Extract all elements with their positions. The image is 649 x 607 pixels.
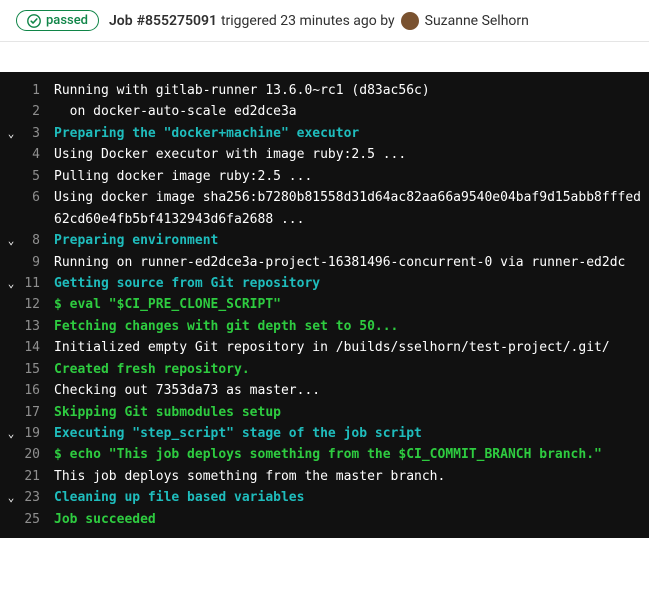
log-text: Cleaning up file based variables: [54, 487, 304, 508]
line-number: 20: [22, 444, 54, 465]
log-line: ⌄3Preparing the "docker+machine" executo…: [0, 123, 649, 144]
log-text: on docker-auto-scale ed2dce3a: [54, 101, 297, 122]
chevron-down-icon: [0, 444, 22, 446]
line-number: 11: [22, 273, 54, 294]
log-text: This job deploys something from the mast…: [54, 466, 445, 487]
chevron-down-icon[interactable]: ⌄: [0, 230, 22, 250]
job-header: passed Job #855275091 triggered 23 minut…: [0, 0, 649, 42]
line-number: 17: [22, 402, 54, 423]
chevron-down-icon: [0, 380, 22, 382]
chevron-down-icon: [0, 359, 22, 361]
status-badge: passed: [16, 10, 99, 31]
log-line: 13Fetching changes with git depth set to…: [0, 316, 649, 337]
chevron-down-icon: [0, 80, 22, 82]
log-line: ⌄19Executing "step_script" stage of the …: [0, 423, 649, 444]
log-line: 1Running with gitlab-runner 13.6.0~rc1 (…: [0, 80, 649, 101]
chevron-down-icon[interactable]: ⌄: [0, 487, 22, 507]
log-line: 4Using Docker executor with image ruby:2…: [0, 144, 649, 165]
log-line: 25Job succeeded: [0, 509, 649, 530]
log-line: ⌄23Cleaning up file based variables: [0, 487, 649, 508]
line-number: 21: [22, 466, 54, 487]
line-number: 25: [22, 509, 54, 530]
chevron-down-icon: [0, 402, 22, 404]
chevron-down-icon: [0, 252, 22, 254]
log-line: ⌄11Getting source from Git repository: [0, 273, 649, 294]
chevron-down-icon: [0, 101, 22, 103]
chevron-down-icon: [0, 316, 22, 318]
log-line: 6Using docker image sha256:b7280b81558d3…: [0, 187, 649, 230]
chevron-down-icon: [0, 466, 22, 468]
log-text: $ echo "This job deploys something from …: [54, 444, 602, 465]
chevron-down-icon[interactable]: ⌄: [0, 423, 22, 443]
author-name[interactable]: Suzanne Selhorn: [425, 13, 529, 29]
status-text: passed: [46, 13, 88, 28]
chevron-down-icon: [0, 187, 22, 189]
line-number: 4: [22, 144, 54, 165]
log-line: 21This job deploys something from the ma…: [0, 466, 649, 487]
line-number: 2: [22, 101, 54, 122]
job-id: #855275091: [137, 13, 217, 29]
chevron-down-icon: [0, 509, 22, 511]
line-number: 1: [22, 80, 54, 101]
log-text: Using Docker executor with image ruby:2.…: [54, 144, 406, 165]
line-number: 16: [22, 380, 54, 401]
log-text: Using docker image sha256:b7280b81558d31…: [54, 187, 641, 230]
log-text: $ eval "$CI_PRE_CLONE_SCRIPT": [54, 294, 281, 315]
log-line: 17Skipping Git submodules setup: [0, 402, 649, 423]
chevron-down-icon: [0, 337, 22, 339]
log-text: Created fresh repository.: [54, 359, 250, 380]
job-info: Job #855275091 triggered 23 minutes ago …: [109, 12, 529, 30]
log-text: Initialized empty Git repository in /bui…: [54, 337, 610, 358]
log-line: 5Pulling docker image ruby:2.5 ...: [0, 166, 649, 187]
log-line: 16Checking out 7353da73 as master...: [0, 380, 649, 401]
line-number: 13: [22, 316, 54, 337]
log-line: 20$ echo "This job deploys something fro…: [0, 444, 649, 465]
log-line: 12$ eval "$CI_PRE_CLONE_SCRIPT": [0, 294, 649, 315]
log-line: ⌄8Preparing environment: [0, 230, 649, 251]
chevron-down-icon: [0, 166, 22, 168]
line-number: 14: [22, 337, 54, 358]
log-text: Pulling docker image ruby:2.5 ...: [54, 166, 312, 187]
check-circle-icon: [27, 14, 41, 28]
line-number: 15: [22, 359, 54, 380]
log-text: Skipping Git submodules setup: [54, 402, 281, 423]
log-line: 2 on docker-auto-scale ed2dce3a: [0, 101, 649, 122]
log-text: Checking out 7353da73 as master...: [54, 380, 320, 401]
log-text: Running with gitlab-runner 13.6.0~rc1 (d…: [54, 80, 430, 101]
triggered-text: triggered 23 minutes ago by: [221, 13, 395, 29]
chevron-down-icon: [0, 144, 22, 146]
line-number: 9: [22, 252, 54, 273]
log-text: Preparing the "docker+machine" executor: [54, 123, 359, 144]
chevron-down-icon[interactable]: ⌄: [0, 123, 22, 143]
line-number: 19: [22, 423, 54, 444]
log-text: Preparing environment: [54, 230, 218, 251]
line-number: 5: [22, 166, 54, 187]
line-number: 12: [22, 294, 54, 315]
chevron-down-icon: [0, 294, 22, 296]
log-text: Executing "step_script" stage of the job…: [54, 423, 422, 444]
log-text: Fetching changes with git depth set to 5…: [54, 316, 398, 337]
line-number: 8: [22, 230, 54, 251]
job-label: Job: [109, 13, 133, 29]
log-line: 9Running on runner-ed2dce3a-project-1638…: [0, 252, 649, 273]
log-text: Job succeeded: [54, 509, 156, 530]
line-number: 6: [22, 187, 54, 208]
log-text: Running on runner-ed2dce3a-project-16381…: [54, 252, 625, 273]
avatar[interactable]: [401, 12, 419, 30]
chevron-down-icon[interactable]: ⌄: [0, 273, 22, 293]
line-number: 3: [22, 123, 54, 144]
log-line: 14Initialized empty Git repository in /b…: [0, 337, 649, 358]
job-log: 1Running with gitlab-runner 13.6.0~rc1 (…: [0, 72, 649, 538]
log-text: Getting source from Git repository: [54, 273, 320, 294]
line-number: 23: [22, 487, 54, 508]
log-line: 15Created fresh repository.: [0, 359, 649, 380]
